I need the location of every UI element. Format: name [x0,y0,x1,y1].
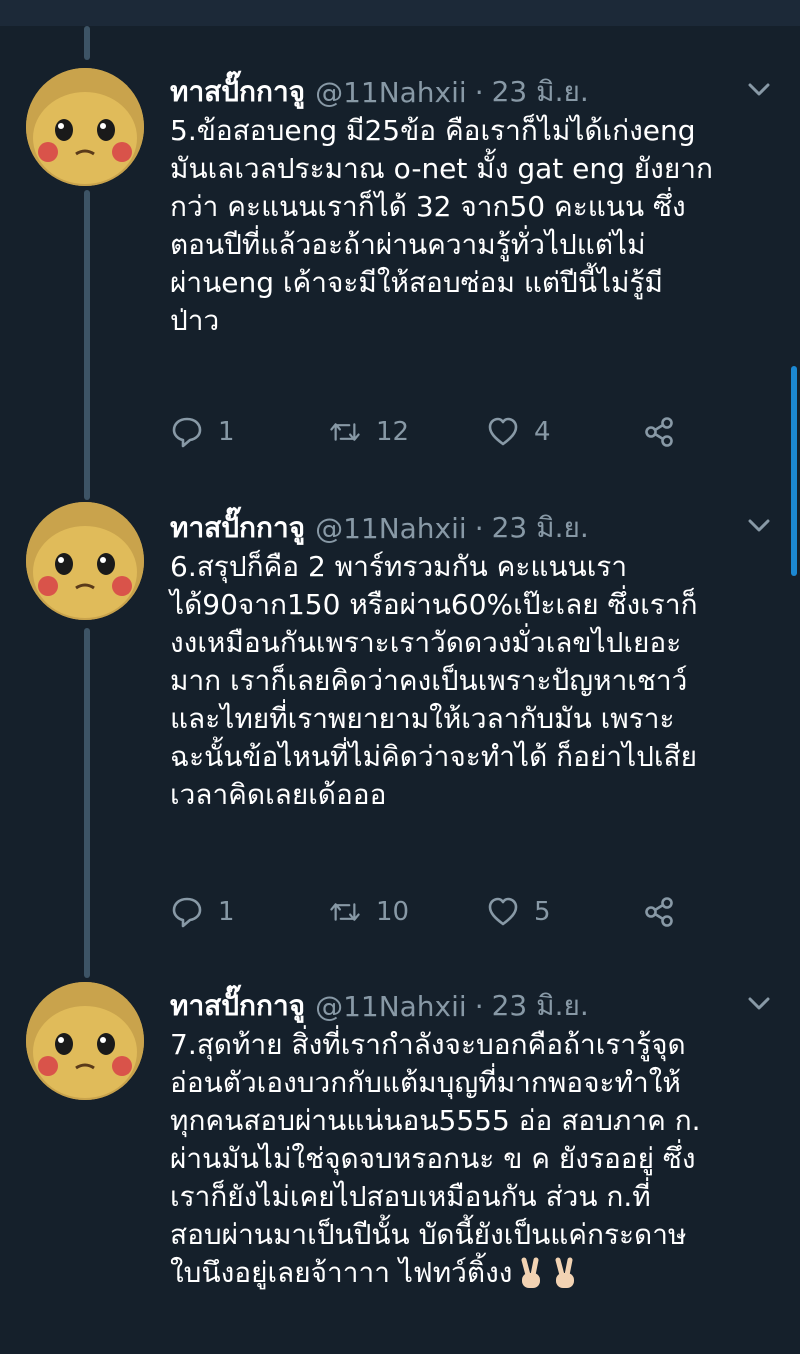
tweet-text: 5.ข้อสอบeng มี25ข้อ คือเราก็ไม่ได้เก่งen… [170,112,780,340]
scrollbar[interactable] [791,366,797,576]
thread-line [84,190,90,500]
separator: · [474,989,484,1023]
tweet-text: 7.สุดท้าย สิ่งที่เรากำลังจะบอกคือถ้าเราร… [170,1026,780,1292]
tweet-header: ทาสปั๊กกาจู @11Nahxii · 23 มิ.ย. [170,508,589,548]
thread-line [84,26,90,60]
display-name[interactable]: ทาสปั๊กกาจู [170,506,305,550]
reply-icon [172,417,202,448]
tweet-date[interactable]: 23 มิ.ย. [492,506,589,550]
retweet-button[interactable]: 12 [328,412,409,452]
chevron-down-icon[interactable] [744,510,774,540]
victory-hand-emoji [555,1257,575,1288]
share-icon [645,897,673,927]
like-count: 5 [534,897,551,927]
reply-count: 1 [218,897,235,927]
tweet-line: ป่าว [170,304,220,337]
like-icon [488,897,518,926]
display-name[interactable]: ทาสปั๊กกาจู [170,984,305,1028]
like-button[interactable]: 5 [486,892,551,932]
tweet-line: งงเหมือนกันเพราะเราวัดดวงมั่วเลขไปเยอะ [170,626,682,659]
tweet-line: มาก เราก็เลยคิดว่าคงเป็นเพราะปัญหาเชาว์ [170,664,688,697]
tweet-line: ฉะนั้นข้อไหนที่ไม่คิดว่าจะทำได้ ก็อย่าไป… [170,740,697,773]
display-name[interactable]: ทาสปั๊กกาจู [170,70,305,114]
tweet-line: และไทยที่เราพยายามให้เวลากับมัน เพราะ [170,702,675,735]
like-icon [488,417,518,446]
tweet-line-last: ใบนึงอยู่เลยจ้าาาา ไฟทว์ติ้งง [170,1254,780,1292]
chevron-down-icon[interactable] [744,988,774,1018]
tweet-line: ได้90จาก150 หรือผ่าน60%เป๊ะเลย ซึ่งเราก็ [170,588,698,621]
tweet-line: กว่า คะแนนเราก็ได้ 32 จาก50 คะแนน ซึ่ง [170,190,686,223]
victory-hand-emoji [521,1257,541,1288]
retweet-count: 12 [376,417,410,447]
tweet-line: 5.ข้อสอบeng มี25ข้อ คือเราก็ไม่ได้เก่งen… [170,114,696,147]
tweet-line: ผ่านeng เค้าจะมีให้สอบซ่อม แต่ปีนี้ไม่รู… [170,266,664,299]
user-handle[interactable]: @11Nahxii [315,990,467,1023]
tweet-line: ผ่านมันไม่ใช่จุดจบหรอกนะ ข ค ยังรออยู่ ซ… [170,1142,696,1175]
retweet-button[interactable]: 10 [328,892,409,932]
chevron-down-icon[interactable] [744,74,774,104]
avatar-pikachu [26,68,144,186]
retweet-icon [330,903,360,921]
share-button[interactable] [642,892,676,932]
tweet-line: อ่อนตัวเองบวกกับแต้มบุญที่มากพอจะทำให้ [170,1066,681,1099]
tweet-date[interactable]: 23 มิ.ย. [492,70,589,114]
tweet-line: สอบผ่านมาเป็นปีนั้น บัดนี้ยังเป็นแค่กระด… [170,1218,687,1251]
like-count: 4 [534,417,551,447]
top-status-bar [0,0,800,26]
tweet-line-text: ใบนึงอยู่เลยจ้าาาา ไฟทว์ติ้งง [170,1256,513,1289]
tweet-line: มันเลเวลประมาณ o-net มั้ง gat eng ยังยาก [170,152,713,185]
separator: · [474,75,484,109]
tweet-line: ตอนปีที่แล้วอะถ้าผ่านความรู้ทั่วไปแต่ไม่ [170,228,646,261]
user-handle[interactable]: @11Nahxii [315,76,467,109]
reply-button[interactable]: 1 [170,412,235,452]
avatar[interactable] [26,982,144,1100]
reply-count: 1 [218,417,235,447]
tweet-line: เราก็ยังไม่เคยไปสอบเหมือนกัน ส่วน ก.ที่ [170,1180,651,1213]
tweet-date[interactable]: 23 มิ.ย. [492,984,589,1028]
tweet-actions: 1 10 5 [170,892,730,932]
avatar-pikachu [26,982,144,1100]
tweet-header: ทาสปั๊กกาจู @11Nahxii · 23 มิ.ย. [170,72,589,112]
avatar-pikachu [26,502,144,620]
thread-line [84,628,90,978]
tweet-text: 6.สรุปก็คือ 2 พาร์ทรวมกัน คะแนนเรา ได้90… [170,548,780,814]
tweet-line: เวลาคิดเลยเด้อออ [170,778,387,811]
tweet-line: 6.สรุปก็คือ 2 พาร์ทรวมกัน คะแนนเรา [170,550,628,583]
avatar[interactable] [26,68,144,186]
tweet-line: ทุกคนสอบผ่านแน่นอน5555 อ่อ สอบภาค ก. [170,1104,701,1137]
tweet-header: ทาสปั๊กกาจู @11Nahxii · 23 มิ.ย. [170,986,589,1026]
separator: · [474,511,484,545]
reply-icon [172,897,202,928]
retweet-icon [330,423,360,441]
reply-button[interactable]: 1 [170,892,235,932]
retweet-count: 10 [376,897,410,927]
tweet-line: 7.สุดท้าย สิ่งที่เรากำลังจะบอกคือถ้าเราร… [170,1028,686,1061]
tweet-actions: 1 12 4 [170,412,730,452]
share-icon [645,417,673,447]
share-button[interactable] [642,412,676,452]
like-button[interactable]: 4 [486,412,551,452]
user-handle[interactable]: @11Nahxii [315,512,467,545]
avatar[interactable] [26,502,144,620]
